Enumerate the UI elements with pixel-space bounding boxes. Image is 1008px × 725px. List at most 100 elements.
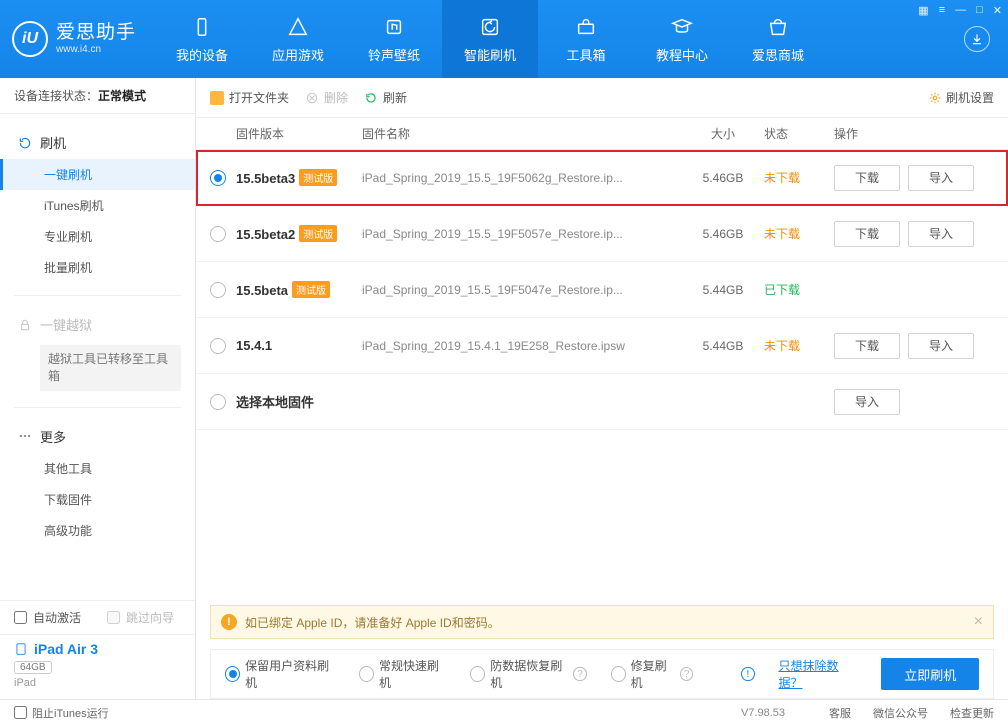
appleid-alert: ! 如已绑定 Apple ID，请准备好 Apple ID和密码。 × [210, 605, 994, 639]
sidebar-group-jailbreak: 一键越狱 [0, 308, 195, 341]
beta-badge: 测试版 [299, 225, 337, 242]
auto-activate-checkbox[interactable] [14, 611, 27, 624]
flash-options: 保留用户资料刷机 常规快速刷机 防数据恢复刷机? 修复刷机? ! 只想抹除数据？… [210, 649, 994, 699]
help-icon[interactable]: ? [680, 667, 693, 681]
opt-anti-recovery[interactable]: 防数据恢复刷机? [470, 657, 586, 691]
logo-block: iU 爱思助手 www.i4.cn [0, 0, 154, 78]
th-version: 固件版本 [232, 125, 362, 142]
nav-tutorials[interactable]: 教程中心 [634, 0, 730, 78]
import-button[interactable]: 导入 [908, 333, 974, 359]
window-close-icon[interactable]: ✕ [993, 4, 1002, 17]
folder-icon [210, 91, 224, 105]
nav-apps[interactable]: 应用游戏 [250, 0, 346, 78]
nav-flash[interactable]: 智能刷机 [442, 0, 538, 78]
firmware-row[interactable]: 15.5beta测试版iPad_Spring_2019_15.5_19F5047… [196, 262, 1008, 318]
device-type: iPad [14, 677, 181, 689]
help-icon[interactable]: ? [573, 667, 586, 681]
firmware-row[interactable]: 15.5beta3测试版iPad_Spring_2019_15.5_19F506… [196, 150, 1008, 206]
window-menu-icon[interactable]: ≡ [939, 4, 945, 17]
row-version: 15.5beta [236, 283, 288, 298]
flash-icon [478, 15, 502, 39]
skip-guide-checkbox [107, 611, 120, 624]
th-size: 大小 [682, 125, 764, 142]
row-filename: iPad_Spring_2019_15.4.1_19E258_Restore.i… [362, 339, 625, 353]
import-button[interactable]: 导入 [908, 221, 974, 247]
tutorials-icon [670, 15, 694, 39]
connection-status: 设备连接状态：正常模式 [0, 78, 195, 114]
sidebar-item-download-fw[interactable]: 下载固件 [0, 484, 195, 515]
beta-badge: 测试版 [292, 281, 330, 298]
erase-only-link[interactable]: 只想抹除数据？ [779, 657, 858, 691]
row-radio[interactable] [210, 394, 226, 410]
beta-badge: 测试版 [299, 169, 337, 186]
device-card[interactable]: iPad Air 3 64GB iPad [0, 635, 195, 699]
open-folder-button[interactable]: 打开文件夹 [210, 89, 289, 106]
ringtone-icon [382, 15, 406, 39]
jailbreak-moved-note: 越狱工具已转移至工具箱 [40, 345, 181, 391]
toolbox-icon [574, 15, 598, 39]
sidebar-item-other[interactable]: 其他工具 [0, 453, 195, 484]
download-button[interactable]: 下载 [834, 165, 900, 191]
sidebar-item-advanced[interactable]: 高级功能 [0, 515, 195, 546]
opt-keep-data[interactable]: 保留用户资料刷机 [225, 657, 335, 691]
download-button[interactable]: 下载 [834, 221, 900, 247]
row-filename: iPad_Spring_2019_15.5_19F5057e_Restore.i… [362, 227, 623, 241]
opt-normal[interactable]: 常规快速刷机 [359, 657, 446, 691]
nav-my-device[interactable]: 我的设备 [154, 0, 250, 78]
firmware-row[interactable]: 15.5beta2测试版iPad_Spring_2019_15.5_19F505… [196, 206, 1008, 262]
window-grid-icon[interactable]: ▦ [918, 4, 928, 17]
nav-ringtone[interactable]: 铃声壁纸 [346, 0, 442, 78]
flash-now-button[interactable]: 立即刷机 [881, 658, 979, 690]
sidebar-item-itunes[interactable]: iTunes刷机 [0, 190, 195, 221]
download-manager-icon[interactable] [964, 26, 990, 52]
row-version: 15.4.1 [236, 338, 272, 353]
nav-toolbox[interactable]: 工具箱 [538, 0, 634, 78]
lock-icon [18, 318, 32, 332]
row-version: 选择本地固件 [236, 395, 314, 410]
sidebar-item-pro[interactable]: 专业刷机 [0, 221, 195, 252]
row-size: 5.44GB [703, 339, 744, 353]
info-icon[interactable]: ! [741, 667, 754, 681]
status-support[interactable]: 客服 [829, 705, 851, 721]
row-state: 未下载 [764, 227, 800, 241]
sidebar-item-oneclick[interactable]: 一键刷机 [0, 159, 195, 190]
window-minimize-icon[interactable]: — [955, 4, 966, 17]
alert-close-icon[interactable]: × [974, 613, 983, 631]
block-itunes-checkbox[interactable]: 阻止iTunes运行 [14, 705, 109, 721]
delete-button: 删除 [305, 89, 348, 106]
import-button[interactable]: 导入 [908, 165, 974, 191]
sidebar-group-flash[interactable]: 刷机 [0, 126, 195, 159]
firmware-row[interactable]: 15.4.1 iPad_Spring_2019_15.4.1_19E258_Res… [196, 318, 1008, 374]
warning-icon: ! [221, 614, 237, 630]
refresh-button[interactable]: 刷新 [364, 89, 407, 106]
status-wechat[interactable]: 微信公众号 [873, 705, 928, 721]
firmware-rows: 15.5beta3测试版iPad_Spring_2019_15.5_19F506… [196, 150, 1008, 430]
nav-store[interactable]: 爱思商城 [730, 0, 826, 78]
refresh-icon [364, 91, 378, 105]
row-radio[interactable] [210, 170, 226, 186]
row-size: 5.46GB [703, 171, 744, 185]
window-maximize-icon[interactable]: □ [976, 4, 983, 17]
top-nav: 我的设备 应用游戏 铃声壁纸 智能刷机 工具箱 教程中心 爱思商城 [154, 0, 956, 78]
sidebar-group-more[interactable]: 更多 [0, 420, 195, 453]
row-state: 未下载 [764, 171, 800, 185]
delete-icon [305, 91, 319, 105]
device-capacity: 64GB [14, 661, 52, 674]
table-header: 固件版本 固件名称 大小 状态 操作 [196, 118, 1008, 150]
row-radio[interactable] [210, 226, 226, 242]
app-name: 爱思助手 [56, 22, 136, 45]
th-ops: 操作 [834, 125, 994, 142]
flash-settings-button[interactable]: 刷机设置 [928, 89, 994, 106]
store-icon [766, 15, 790, 39]
window-controls: ▦ ≡ — □ ✕ [918, 4, 1002, 17]
import-button[interactable]: 导入 [834, 389, 900, 415]
row-radio[interactable] [210, 282, 226, 298]
sidebar-item-batch[interactable]: 批量刷机 [0, 252, 195, 283]
firmware-row[interactable]: 选择本地固件 导入 [196, 374, 1008, 430]
status-update[interactable]: 检查更新 [950, 705, 994, 721]
download-button[interactable]: 下载 [834, 333, 900, 359]
refresh-icon [18, 136, 32, 150]
opt-repair[interactable]: 修复刷机? [611, 657, 694, 691]
row-radio[interactable] [210, 338, 226, 354]
row-version: 15.5beta3 [236, 171, 295, 186]
